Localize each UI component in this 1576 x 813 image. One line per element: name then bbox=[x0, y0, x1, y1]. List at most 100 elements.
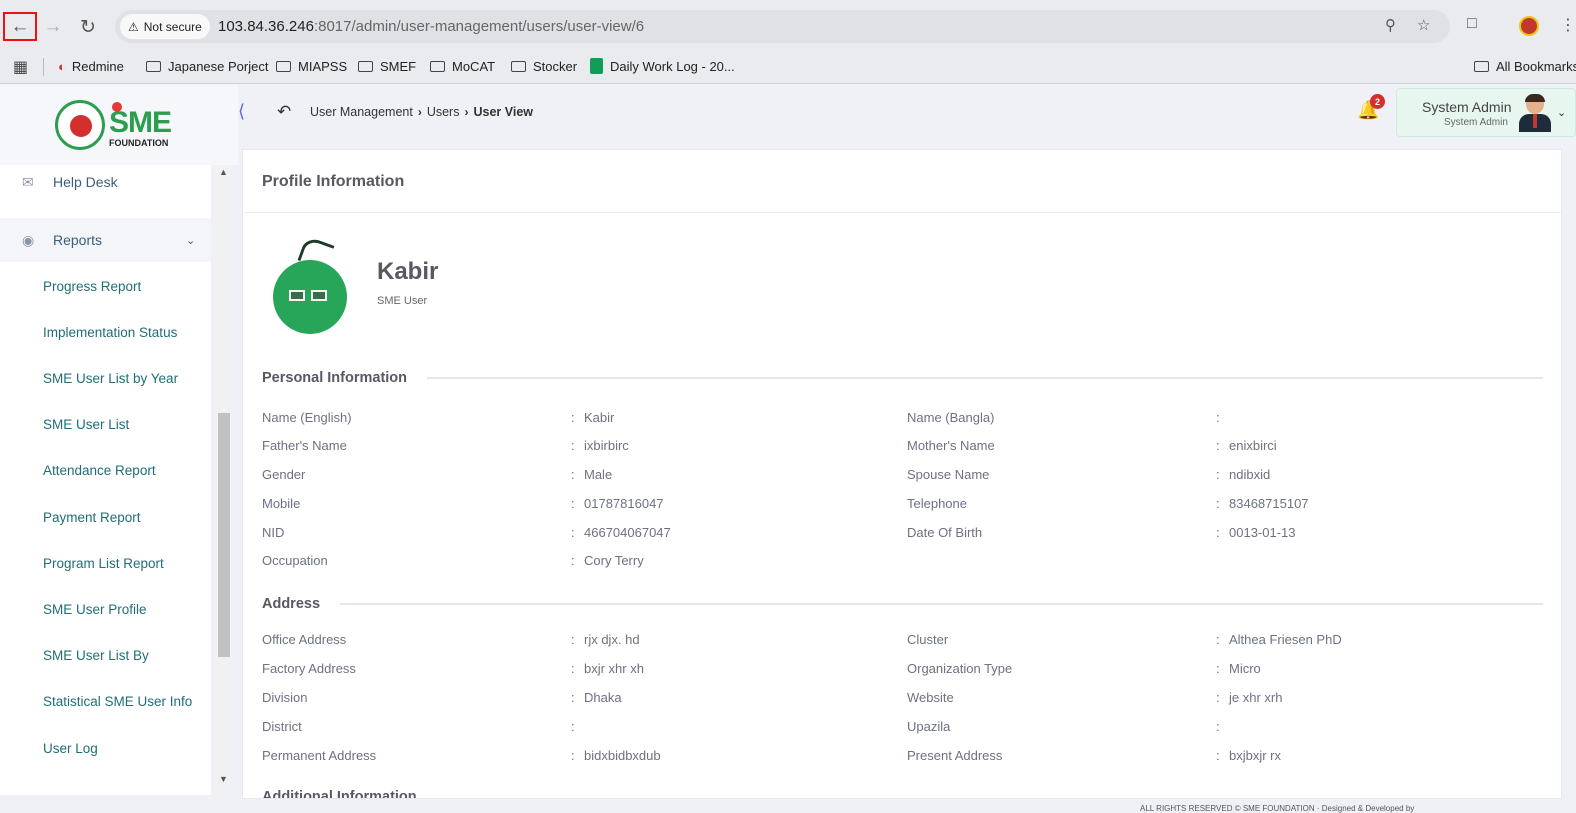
field-colon: : bbox=[571, 438, 575, 453]
field-value: Male bbox=[584, 467, 613, 482]
bookmark-mocat[interactable]: MoCAT bbox=[430, 55, 495, 77]
section-rule bbox=[427, 377, 1543, 379]
bookmark-daily-work-log[interactable]: Daily Work Log - 20... bbox=[590, 55, 735, 77]
field-label: Mobile bbox=[262, 496, 301, 511]
url-path: :8017/admin/user-management/users/user-v… bbox=[313, 18, 645, 35]
sheets-icon bbox=[590, 58, 603, 74]
page-footer: ALL RIGHTS RESERVED © SME FOUNDATION · D… bbox=[1140, 804, 1415, 813]
field-colon: : bbox=[571, 553, 575, 568]
field-colon: : bbox=[571, 525, 575, 540]
sidebar-collapse-icon[interactable]: ⟨ bbox=[238, 101, 245, 122]
field-label: Cluster bbox=[907, 632, 949, 647]
folder-icon bbox=[146, 60, 161, 72]
chevron-down-icon: ⌄ bbox=[1557, 107, 1567, 119]
breadcrumb-user-management[interactable]: User Management bbox=[310, 105, 413, 119]
scroll-up-arrow-icon[interactable]: ▲ bbox=[219, 167, 228, 177]
forward-arrow-icon[interactable]: → bbox=[36, 10, 70, 44]
logo-text: SME bbox=[109, 106, 172, 139]
field-label: NID bbox=[262, 525, 285, 540]
sidebar-item-user-log[interactable]: User Log bbox=[43, 741, 98, 756]
field-colon: : bbox=[571, 467, 575, 482]
field-value: Kabir bbox=[584, 410, 615, 425]
sidebar-item-statistical-sme-user-info[interactable]: Statistical SME User Info bbox=[43, 694, 192, 709]
bookmark-all-bookmarks[interactable]: All Bookmarks bbox=[1474, 55, 1576, 77]
field-colon: : bbox=[571, 748, 575, 763]
bookmark-label: MoCAT bbox=[452, 58, 496, 74]
sme-foundation-logo[interactable]: SME FOUNDATION bbox=[109, 102, 175, 150]
field-label: Occupation bbox=[262, 553, 328, 568]
field-label: Gender bbox=[262, 467, 306, 482]
sidebar-item-program-list-report[interactable]: Program List Report bbox=[43, 556, 164, 571]
sidebar-item-sme-user-list[interactable]: SME User List bbox=[43, 417, 129, 432]
government-seal-logo bbox=[55, 100, 105, 150]
menu-kebab-icon[interactable]: ⋮ bbox=[1560, 15, 1576, 35]
mail-icon: ✉ bbox=[22, 173, 34, 190]
field-label: Spouse Name bbox=[907, 467, 990, 482]
field-colon: : bbox=[1216, 690, 1220, 705]
folder-icon bbox=[276, 60, 291, 72]
section-title-personal: Personal Information bbox=[262, 370, 408, 386]
bookmarks-separator bbox=[43, 58, 44, 76]
section-title-additional: Additional Information bbox=[262, 789, 417, 799]
profile-role: SME User bbox=[377, 295, 428, 307]
bookmark-stocker[interactable]: Stocker bbox=[511, 55, 577, 77]
sidebar-group-help-desk[interactable]: ✉ Help Desk bbox=[0, 173, 211, 191]
bookmark-miapss[interactable]: MIAPSS bbox=[276, 55, 347, 77]
bookmark-redmine[interactable]: ◐ Redmine bbox=[58, 55, 124, 77]
zoom-icon[interactable]: ⚲ bbox=[1385, 16, 1396, 34]
field-label: Permanent Address bbox=[262, 748, 377, 763]
field-label: Website bbox=[907, 690, 954, 705]
sidebar-group-label: Help Desk bbox=[53, 174, 118, 190]
user-menu[interactable]: System Admin System Admin ⌄ bbox=[1396, 88, 1576, 137]
field-label: Factory Address bbox=[262, 661, 356, 676]
reload-icon[interactable]: ↻ bbox=[71, 10, 105, 44]
security-label: Not secure bbox=[143, 19, 202, 34]
back-undo-icon[interactable]: ↶ bbox=[277, 102, 291, 122]
field-colon: : bbox=[571, 719, 575, 734]
security-chip[interactable]: ⚠ Not secure bbox=[120, 14, 210, 39]
bookmark-label: MIAPSS bbox=[298, 58, 348, 74]
sidebar-item-sme-user-list-by-year[interactable]: SME User List by Year bbox=[43, 371, 178, 386]
sidebar-group-reports[interactable]: ◉ Reports ⌄ bbox=[0, 218, 211, 262]
warning-icon: ⚠ bbox=[128, 19, 139, 34]
field-colon: : bbox=[571, 496, 575, 511]
sidebar-item-attendance-report[interactable]: Attendance Report bbox=[43, 463, 156, 478]
field-colon: : bbox=[571, 690, 575, 705]
apps-grid-icon[interactable]: ▦ bbox=[13, 57, 28, 77]
star-icon[interactable]: ☆ bbox=[1417, 16, 1430, 34]
profile-avatar-icon[interactable] bbox=[1519, 16, 1539, 36]
field-colon: : bbox=[571, 661, 575, 676]
scroll-down-arrow-icon[interactable]: ▼ bbox=[219, 774, 228, 784]
sidebar-item-sme-user-list-by[interactable]: SME User List By bbox=[43, 648, 149, 663]
extensions-icon[interactable]: □ bbox=[1467, 15, 1477, 33]
field-value: bxjbxjr rx bbox=[1229, 748, 1282, 763]
breadcrumb-users[interactable]: Users bbox=[427, 105, 460, 119]
field-label: Name (Bangla) bbox=[907, 410, 995, 425]
bookmark-japanese-porject[interactable]: Japanese Porject bbox=[146, 55, 268, 77]
profile-name: Kabir bbox=[377, 258, 439, 285]
field-label: Name (English) bbox=[262, 410, 352, 425]
field-colon: : bbox=[1216, 496, 1220, 511]
sidebar-item-implementation-status[interactable]: Implementation Status bbox=[43, 325, 177, 340]
notification-badge: 2 bbox=[1370, 94, 1385, 109]
bookmark-smef[interactable]: SMEF bbox=[358, 55, 416, 77]
sidebar-scrollbar-thumb[interactable] bbox=[218, 413, 230, 657]
sidebar-item-sme-user-profile[interactable]: SME User Profile bbox=[43, 602, 147, 617]
field-label: Present Address bbox=[907, 748, 1003, 763]
address-bar[interactable]: ⚠ Not secure 103.84.36.246:8017/admin/us… bbox=[115, 10, 1450, 43]
profile-card: Profile Information Kabir SME User Perso… bbox=[242, 149, 1562, 799]
breadcrumb-current: User View bbox=[473, 105, 534, 119]
sidebar-item-progress-report[interactable]: Progress Report bbox=[43, 279, 141, 294]
field-colon: : bbox=[1216, 719, 1220, 734]
sidebar-item-payment-report[interactable]: Payment Report bbox=[43, 510, 141, 525]
field-label: Office Address bbox=[262, 632, 347, 647]
field-label: District bbox=[262, 719, 302, 734]
avatar-hair bbox=[1525, 94, 1545, 102]
sidebar: ✉ Help Desk ◉ Reports ⌄ Progress Report … bbox=[0, 165, 211, 795]
field-value: ndibxid bbox=[1229, 467, 1271, 482]
back-arrow-icon[interactable]: ← bbox=[3, 12, 37, 41]
field-value: Cory Terry bbox=[584, 553, 644, 568]
chevron-right-icon: › bbox=[464, 105, 469, 119]
url-text[interactable]: 103.84.36.246:8017/admin/user-management… bbox=[218, 18, 644, 35]
field-colon: : bbox=[1216, 410, 1220, 425]
